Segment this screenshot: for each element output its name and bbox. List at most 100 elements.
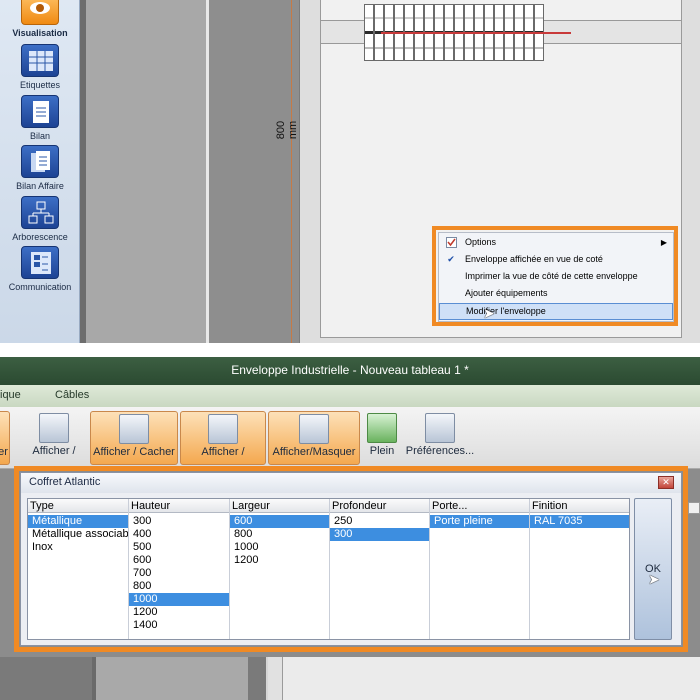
menu-item[interactable]: ique — [0, 389, 21, 401]
sidebar-item-visualisation[interactable]: Visualisation — [0, 0, 80, 38]
list-item[interactable]: Métallique associable — [28, 528, 128, 541]
menu-item-options[interactable]: Options ▶ — [439, 234, 673, 251]
list-item[interactable]: 500 — [129, 541, 229, 554]
sidebar-item-label: Bilan Affaire — [16, 181, 64, 191]
ribbon-button-plein[interactable]: Plein — [364, 411, 400, 465]
list-item[interactable]: RAL 7035 — [530, 515, 629, 528]
documents-icon — [21, 145, 59, 178]
column-header: Hauteur — [129, 499, 229, 513]
sidebar-item-label: Arborescence — [12, 232, 68, 242]
dimension-line — [291, 0, 292, 343]
column-list: 250 300 — [330, 513, 429, 541]
mouse-cursor-icon: ➤ — [648, 571, 660, 587]
list-item[interactable]: Porte pleine — [430, 515, 529, 528]
top-screenshot: Visualisation Etiquettes Bilan Bilan Aff… — [0, 0, 700, 343]
side-view-panel — [92, 657, 248, 700]
column-header: Largeur — [230, 499, 329, 513]
column-header: Porte... — [430, 499, 529, 513]
column-largeur: Largeur 600 800 1000 1200 — [230, 499, 330, 639]
eye-icon — [21, 0, 59, 25]
list-item[interactable]: 800 — [129, 580, 229, 593]
bottom-screenshot: Enveloppe Industrielle - Nouveau tableau… — [0, 357, 700, 700]
column-list: Métallique Métallique associable Inox — [28, 513, 128, 554]
options-icon — [445, 237, 457, 248]
close-icon[interactable]: ✕ — [658, 476, 674, 489]
tree-icon — [21, 196, 59, 229]
context-menu: Options ▶ ✔ Enveloppe affichée en vue de… — [438, 232, 674, 322]
column-list: RAL 7035 — [530, 513, 629, 528]
sidebar-item-bilan-affaire[interactable]: Bilan Affaire — [0, 145, 80, 191]
ribbon-button-afficher[interactable]: Afficher / — [24, 411, 84, 465]
ok-button[interactable]: OK — [634, 498, 672, 640]
column-list: 600 800 1000 1200 — [230, 513, 329, 567]
sidebar-item-label: Etiquettes — [19, 80, 61, 90]
layers-icon — [299, 414, 329, 444]
sidebar-item-communication[interactable]: Communication — [0, 246, 80, 292]
list-item[interactable]: 300 — [330, 528, 429, 541]
list-item[interactable]: 700 — [129, 567, 229, 580]
text-icon — [208, 414, 238, 444]
preferences-icon — [425, 413, 455, 443]
column-header: Finition — [530, 499, 629, 513]
menu-item-modify-enclosure[interactable]: Modifier l'enveloppe — [439, 303, 673, 320]
sidebar-item-label: Communication — [8, 282, 72, 292]
sidebar-item-label: Bilan — [29, 131, 50, 141]
list-item[interactable]: 1400 — [129, 619, 229, 632]
list-item[interactable]: 300 — [129, 515, 229, 528]
list-item[interactable]: 600 — [129, 554, 229, 567]
column-header: Type — [28, 499, 128, 513]
submenu-arrow-icon: ▶ — [660, 238, 667, 247]
ribbon-button-afficher-cacher[interactable]: Afficher / Cacher — [90, 411, 178, 465]
list-item[interactable]: 1000 — [129, 593, 229, 606]
sidebar-item-bilan[interactable]: Bilan — [0, 95, 80, 141]
menu-item-print-side-view[interactable]: Imprimer la vue de côté de cette envelop… — [439, 268, 673, 285]
list-item[interactable]: Inox — [28, 541, 128, 554]
column-porte: Porte... Porte pleine — [430, 499, 530, 639]
dialog-title: Coffret Atlantic — [21, 473, 681, 493]
enclosure-frame — [282, 657, 700, 700]
column-hauteur: Hauteur 300 400 500 600 700 800 1000 1200 1400 — [129, 499, 230, 639]
sidebar-item-etiquettes[interactable]: Etiquettes — [0, 44, 80, 90]
list-item[interactable]: 1200 — [129, 606, 229, 619]
list-item[interactable]: 1200 — [230, 554, 329, 567]
list-item[interactable]: 400 — [129, 528, 229, 541]
side-view-panel — [209, 0, 299, 343]
communication-icon — [21, 246, 59, 279]
busbar-line — [381, 32, 571, 34]
window-title: Enveloppe Industrielle - Nouveau tableau… — [0, 357, 700, 385]
ruler-icon — [39, 413, 69, 443]
selection-grid: Type Métallique Métallique associable Inox… — [27, 498, 630, 640]
ribbon-button-afficher-masquer[interactable]: Afficher/Masquer — [268, 411, 360, 465]
ribbon-toolbar: er Afficher / Afficher / Cacher Afficher… — [0, 407, 700, 469]
list-item[interactable]: 250 — [330, 515, 429, 528]
side-view-panel — [86, 0, 206, 343]
column-profondeur: Profondeur 250 300 — [330, 499, 430, 639]
column-header: Profondeur — [330, 499, 429, 513]
sidebar: Visualisation Etiquettes Bilan Bilan Aff… — [0, 0, 80, 343]
column-list: 300 400 500 600 700 800 1000 1200 1400 — [129, 513, 229, 632]
toolbar-icon — [0, 414, 8, 444]
ribbon-button[interactable]: er — [0, 411, 10, 465]
menu-item-add-equipment[interactable]: Ajouter équipements — [439, 285, 673, 302]
list-item[interactable]: 600 — [230, 515, 329, 528]
check-icon: ✔ — [447, 254, 455, 264]
column-list: Porte pleine — [430, 513, 529, 528]
list-item[interactable]: 800 — [230, 528, 329, 541]
ribbon-button-preferences[interactable]: Préférences... — [404, 411, 476, 465]
list-item[interactable]: Métallique — [28, 515, 128, 528]
ribbon-button-afficher-text[interactable]: Afficher / — [180, 411, 266, 465]
coffret-dialog: Coffret Atlantic ✕ Type Métallique Métall… — [20, 472, 682, 646]
flag-icon — [119, 414, 149, 444]
scroll-corner — [688, 502, 700, 514]
menu-item-side-view[interactable]: ✔ Enveloppe affichée en vue de coté — [439, 251, 673, 268]
column-type: Type Métallique Métallique associable Inox — [28, 499, 129, 639]
mouse-cursor-icon: ➤ — [483, 305, 495, 321]
fullscreen-icon — [367, 413, 397, 443]
list-item[interactable]: 1000 — [230, 541, 329, 554]
sidebar-item-arborescence[interactable]: Arborescence — [0, 196, 80, 242]
breaker-module — [364, 4, 374, 61]
document-icon — [21, 95, 59, 128]
dimension-label: 800 mm — [275, 120, 299, 140]
column-finition: Finition RAL 7035 — [530, 499, 629, 639]
menu-item-cables[interactable]: Câbles — [55, 389, 89, 401]
